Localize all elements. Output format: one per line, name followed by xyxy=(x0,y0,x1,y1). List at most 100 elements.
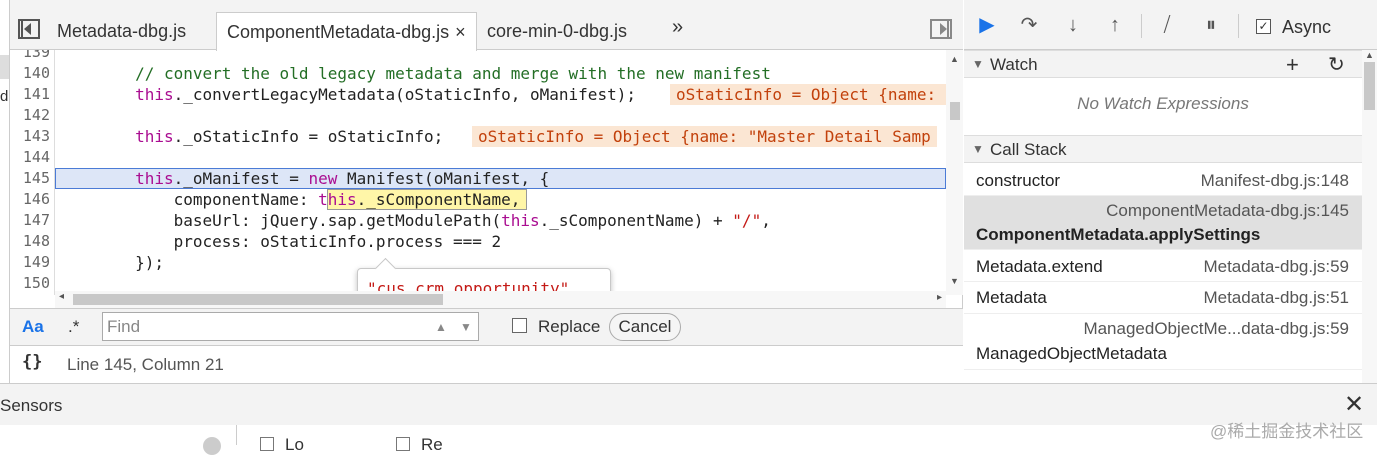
editor-vertical-scrollbar[interactable]: ▲ ▼ xyxy=(946,50,963,295)
code-area[interactable]: 139 140 // convert the old legacy metada… xyxy=(10,50,946,295)
frame-function: ComponentMetadata.applySettings xyxy=(976,225,1261,244)
code-line: }); xyxy=(58,253,164,272)
more-tabs-icon[interactable]: » xyxy=(672,16,683,39)
pretty-print-button[interactable]: {} xyxy=(22,352,42,372)
line-number[interactable]: 139 xyxy=(10,50,50,63)
tab-label: ComponentMetadata-dbg.js xyxy=(227,22,450,42)
replace-checkbox[interactable] xyxy=(512,318,527,333)
scroll-up-icon[interactable]: ▲ xyxy=(950,54,959,64)
regex-toggle[interactable]: .* xyxy=(68,317,79,337)
call-frame[interactable]: Metadata Metadata-dbg.js:51 xyxy=(964,282,1362,314)
inline-value: oStaticInfo = Object {name: xyxy=(670,84,946,105)
divider xyxy=(236,425,237,445)
frame-location[interactable]: Metadata-dbg.js:59 xyxy=(1203,257,1349,277)
frame-location[interactable]: ManagedObjectMe...data-dbg.js:59 xyxy=(1083,319,1349,339)
line-number[interactable]: 149 xyxy=(10,252,50,273)
watch-header[interactable]: ▼ Watch + ↻ xyxy=(964,50,1362,78)
code-text: baseUrl: jQuery.sap.getModulePath( xyxy=(58,211,502,230)
call-frame[interactable]: ManagedObjectMe...data-dbg.js:59 Managed… xyxy=(964,314,1362,370)
code-text: ._oStaticInfo = oStaticInfo; xyxy=(173,127,444,146)
code-line: this._oStaticInfo = oStaticInfo; xyxy=(58,126,443,147)
tab-label: Metadata-dbg.js xyxy=(57,21,187,41)
call-stack-header[interactable]: ▼ Call Stack xyxy=(964,135,1362,163)
scroll-up-icon[interactable]: ▲ xyxy=(1365,50,1374,60)
debugger-sidebar: ▶︎ ↷ ↓ ↑ ⧸ ⏸ ✓ Async ▼ Watch + ↻ No Watc… xyxy=(964,0,1377,383)
line-number[interactable]: 141 xyxy=(10,84,50,105)
frame-function: Metadata xyxy=(976,288,1047,307)
scroll-thumb[interactable] xyxy=(73,294,443,305)
resume-icon[interactable]: ▶︎ xyxy=(972,12,1002,38)
call-frame[interactable]: constructor Manifest-dbg.js:148 xyxy=(964,164,1362,196)
frame-function: constructor xyxy=(976,171,1061,190)
line-number[interactable]: 147 xyxy=(10,210,50,231)
editor-horizontal-scrollbar[interactable]: ◂ ▸ xyxy=(55,291,946,308)
toggle-navigator-icon[interactable] xyxy=(18,19,40,39)
tab-core-min[interactable]: core-min-0-dbg.js xyxy=(477,12,637,50)
left-panel-fragment: d xyxy=(0,88,9,105)
frame-location[interactable]: Manifest-dbg.js:148 xyxy=(1201,171,1349,191)
code-text: componentName: xyxy=(58,190,319,209)
find-input[interactable] xyxy=(107,316,427,338)
keyword: this xyxy=(318,190,357,209)
scroll-thumb[interactable] xyxy=(950,102,960,120)
line-number[interactable]: 148 xyxy=(10,231,50,252)
scroll-down-icon[interactable]: ▼ xyxy=(950,276,959,286)
line-number[interactable]: 151 xyxy=(10,294,50,295)
string-literal: "/" xyxy=(732,211,762,230)
tab-metadata[interactable]: Metadata-dbg.js xyxy=(47,12,196,50)
keyword: this xyxy=(135,85,174,104)
code-line: componentName: this._sComponentName, xyxy=(58,189,521,210)
async-checkbox[interactable]: ✓ xyxy=(1256,19,1271,34)
code-line: // convert the old legacy metadata and m… xyxy=(58,64,771,83)
refresh-icon[interactable]: ↻ xyxy=(1328,52,1345,77)
line-number[interactable]: 145 xyxy=(10,168,50,189)
line-number[interactable]: 144 xyxy=(10,147,50,168)
toggle-debugger-icon[interactable] xyxy=(930,19,952,39)
code-line: baseUrl: jQuery.sap.getModulePath(this._… xyxy=(58,210,771,231)
line-number[interactable]: 142 xyxy=(10,105,50,126)
call-frame-selected[interactable]: ComponentMetadata-dbg.js:145 ComponentMe… xyxy=(964,196,1362,250)
call-frame[interactable]: Metadata.extend Metadata-dbg.js:59 xyxy=(964,250,1362,282)
frame-function: ManagedObjectMetadata xyxy=(976,344,1167,363)
cursor-position: Line 145, Column 21 xyxy=(67,355,224,374)
code-text: ._oManifest = xyxy=(173,169,309,188)
pause-on-exceptions-icon[interactable]: ⏸ xyxy=(1196,12,1226,38)
line-number[interactable]: 140 xyxy=(10,63,50,84)
collapse-triangle-icon: ▼ xyxy=(972,142,984,156)
keyword: this xyxy=(135,127,174,146)
step-over-icon[interactable]: ↷ xyxy=(1014,12,1044,38)
step-into-icon[interactable]: ↓ xyxy=(1058,12,1088,38)
frame-location[interactable]: ComponentMetadata-dbg.js:145 xyxy=(1106,201,1349,221)
line-number[interactable]: 143 xyxy=(10,126,50,147)
find-next-icon[interactable]: ▼ xyxy=(455,317,477,337)
toolbar-separator xyxy=(1141,14,1142,38)
info-icon xyxy=(203,437,221,455)
step-out-icon[interactable]: ↑ xyxy=(1100,12,1130,38)
keyword: new xyxy=(308,169,338,188)
close-tab-icon[interactable]: × xyxy=(455,22,466,42)
option-label: Re xyxy=(421,435,443,454)
scroll-thumb[interactable] xyxy=(1364,62,1375,110)
frame-location[interactable]: Metadata-dbg.js:51 xyxy=(1203,288,1349,308)
scroll-right-icon[interactable]: ▸ xyxy=(937,292,942,303)
option-label: Lo xyxy=(285,435,304,454)
drawer-content: Lo Re xyxy=(0,425,1377,455)
deactivate-breakpoints-icon[interactable]: ⧸ xyxy=(1152,12,1182,38)
scroll-left-icon[interactable]: ◂ xyxy=(59,291,64,302)
debugger-scrollbar[interactable]: ▲ xyxy=(1362,50,1377,383)
debugger-toolbar: ▶︎ ↷ ↓ ↑ ⧸ ⏸ ✓ Async xyxy=(964,0,1377,50)
line-number[interactable]: 146 xyxy=(10,189,50,210)
add-watch-icon[interactable]: + xyxy=(1286,52,1299,78)
line-number[interactable]: 150 xyxy=(10,273,50,294)
cancel-button[interactable]: Cancel xyxy=(609,313,681,341)
replace-label: Replace xyxy=(538,317,601,336)
tab-component-metadata[interactable]: ComponentMetadata-dbg.js × xyxy=(216,12,477,51)
option-checkbox[interactable] xyxy=(260,437,274,451)
close-drawer-icon[interactable]: ✕ xyxy=(1344,390,1364,419)
code-text: Manifest(oManifest, { xyxy=(337,169,550,188)
watch-title: Watch xyxy=(990,55,1038,74)
find-previous-icon[interactable]: ▲ xyxy=(430,317,452,337)
match-case-toggle[interactable]: Aa xyxy=(22,317,44,337)
option-checkbox[interactable] xyxy=(396,437,410,451)
inline-value: oStaticInfo = Object {name: "Master Deta… xyxy=(472,126,937,147)
